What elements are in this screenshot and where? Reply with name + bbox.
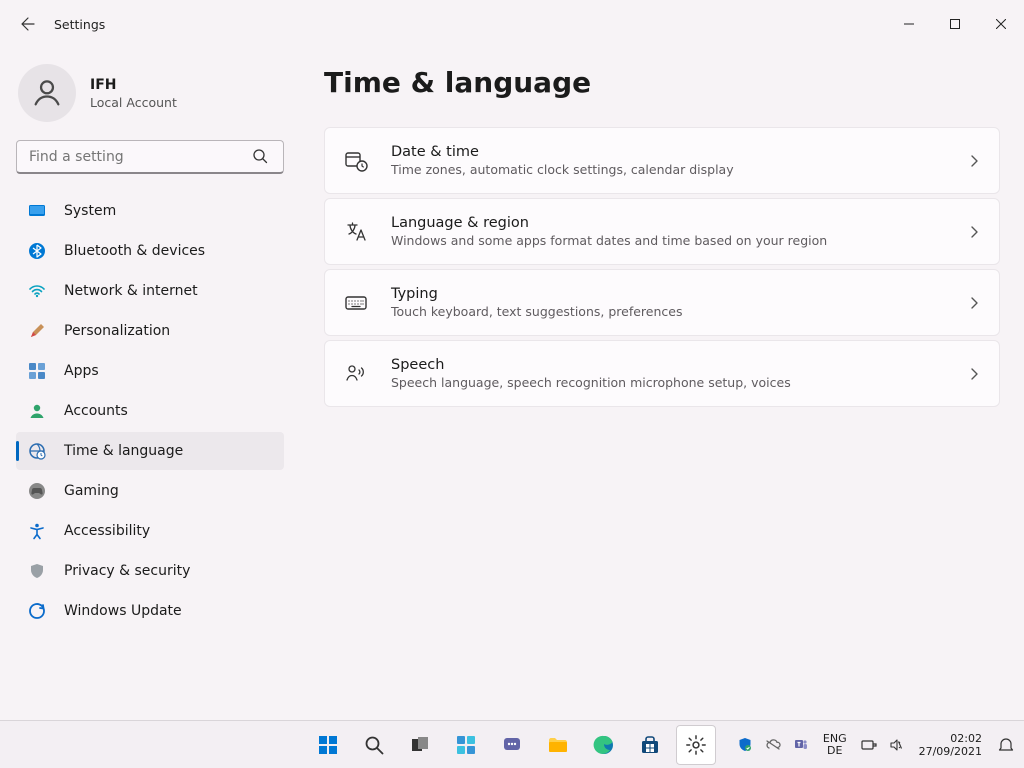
teams-tray-icon[interactable]: [791, 735, 811, 755]
card-subtitle: Windows and some apps format dates and t…: [391, 233, 945, 248]
card-title: Language & region: [391, 215, 945, 231]
clock-time: 02:02: [919, 732, 982, 745]
close-button[interactable]: [978, 8, 1024, 40]
sidebar-item-label: Personalization: [64, 323, 170, 339]
accounts-icon: [28, 402, 46, 420]
sidebar-item-label: Network & internet: [64, 283, 198, 299]
widgets-button[interactable]: [446, 725, 486, 765]
network-tray-icon[interactable]: [859, 735, 879, 755]
card-title: Date & time: [391, 144, 945, 160]
sidebar-item-label: System: [64, 203, 116, 219]
sidebar-item-label: Accessibility: [64, 523, 150, 539]
taskbar-search-button[interactable]: [354, 725, 394, 765]
onedrive-tray-icon[interactable]: [763, 735, 783, 755]
user-subtitle: Local Account: [90, 95, 177, 110]
card-title: Speech: [391, 357, 945, 373]
card-subtitle: Touch keyboard, text suggestions, prefer…: [391, 304, 945, 319]
card-date-time[interactable]: Date & time Time zones, automatic clock …: [324, 127, 1000, 194]
sidebar-item-privacy[interactable]: Privacy & security: [16, 552, 284, 590]
accessibility-icon: [28, 522, 46, 540]
card-typing[interactable]: Typing Touch keyboard, text suggestions,…: [324, 269, 1000, 336]
titlebar: Settings: [0, 0, 1024, 48]
sidebar-item-label: Time & language: [64, 443, 183, 459]
user-card[interactable]: IFH Local Account: [16, 60, 284, 140]
sidebar: IFH Local Account System Bluetooth &: [0, 48, 300, 720]
sidebar-item-personalization[interactable]: Personalization: [16, 312, 284, 350]
speech-icon: [343, 361, 369, 387]
settings-taskbar-button[interactable]: [676, 725, 716, 765]
start-button[interactable]: [308, 725, 348, 765]
search-box: [16, 140, 284, 174]
minimize-button[interactable]: [886, 8, 932, 40]
task-view-button[interactable]: [400, 725, 440, 765]
globe-clock-icon: [28, 442, 46, 460]
system-icon: [28, 202, 46, 220]
avatar: [18, 64, 76, 122]
shield-icon: [28, 562, 46, 580]
calendar-clock-icon: [343, 148, 369, 174]
bluetooth-icon: [28, 242, 46, 260]
system-tray: ENG DE 02:02 27/09/2021: [735, 721, 1018, 768]
sidebar-item-label: Windows Update: [64, 603, 182, 619]
sidebar-item-label: Apps: [64, 363, 99, 379]
store-button[interactable]: [630, 725, 670, 765]
sidebar-item-windows-update[interactable]: Windows Update: [16, 592, 284, 630]
sidebar-item-system[interactable]: System: [16, 192, 284, 230]
sidebar-item-time-language[interactable]: Time & language: [16, 432, 284, 470]
sidebar-item-accessibility[interactable]: Accessibility: [16, 512, 284, 550]
wifi-icon: [28, 282, 46, 300]
chevron-right-icon: [967, 296, 981, 310]
nav: System Bluetooth & devices Network & int…: [16, 192, 284, 630]
taskbar: ENG DE 02:02 27/09/2021: [0, 720, 1024, 768]
edge-button[interactable]: [584, 725, 624, 765]
main-content: Time & language Date & time Time zones, …: [300, 48, 1024, 720]
paintbrush-icon: [28, 322, 46, 340]
volume-tray-icon[interactable]: [887, 735, 907, 755]
card-title: Typing: [391, 286, 945, 302]
sidebar-item-accounts[interactable]: Accounts: [16, 392, 284, 430]
window-title: Settings: [54, 17, 105, 32]
sidebar-item-label: Accounts: [64, 403, 128, 419]
sidebar-item-network[interactable]: Network & internet: [16, 272, 284, 310]
user-name: IFH: [90, 77, 177, 93]
card-subtitle: Time zones, automatic clock settings, ca…: [391, 162, 945, 177]
notifications-tray-icon[interactable]: [994, 735, 1018, 755]
clock[interactable]: 02:02 27/09/2021: [915, 732, 986, 758]
chevron-right-icon: [967, 225, 981, 239]
sidebar-item-label: Bluetooth & devices: [64, 243, 205, 259]
sidebar-item-label: Privacy & security: [64, 563, 190, 579]
update-icon: [28, 602, 46, 620]
sidebar-item-bluetooth[interactable]: Bluetooth & devices: [16, 232, 284, 270]
security-tray-icon[interactable]: [735, 735, 755, 755]
search-input[interactable]: [16, 140, 284, 174]
sidebar-item-apps[interactable]: Apps: [16, 352, 284, 390]
page-title: Time & language: [324, 66, 1000, 99]
sidebar-item-gaming[interactable]: Gaming: [16, 472, 284, 510]
clock-date: 27/09/2021: [919, 745, 982, 758]
chat-button[interactable]: [492, 725, 532, 765]
card-language-region[interactable]: Language & region Windows and some apps …: [324, 198, 1000, 265]
search-icon: [252, 148, 268, 164]
sidebar-item-label: Gaming: [64, 483, 119, 499]
keyboard-icon: [343, 290, 369, 316]
chevron-right-icon: [967, 154, 981, 168]
back-button[interactable]: [14, 10, 42, 38]
gaming-icon: [28, 482, 46, 500]
card-subtitle: Speech language, speech recognition micr…: [391, 375, 945, 390]
language-icon: [343, 219, 369, 245]
apps-icon: [28, 362, 46, 380]
language-indicator[interactable]: ENG DE: [819, 733, 851, 757]
card-speech[interactable]: Speech Speech language, speech recogniti…: [324, 340, 1000, 407]
lang-bottom: DE: [823, 745, 847, 757]
file-explorer-button[interactable]: [538, 725, 578, 765]
maximize-button[interactable]: [932, 8, 978, 40]
chevron-right-icon: [967, 367, 981, 381]
